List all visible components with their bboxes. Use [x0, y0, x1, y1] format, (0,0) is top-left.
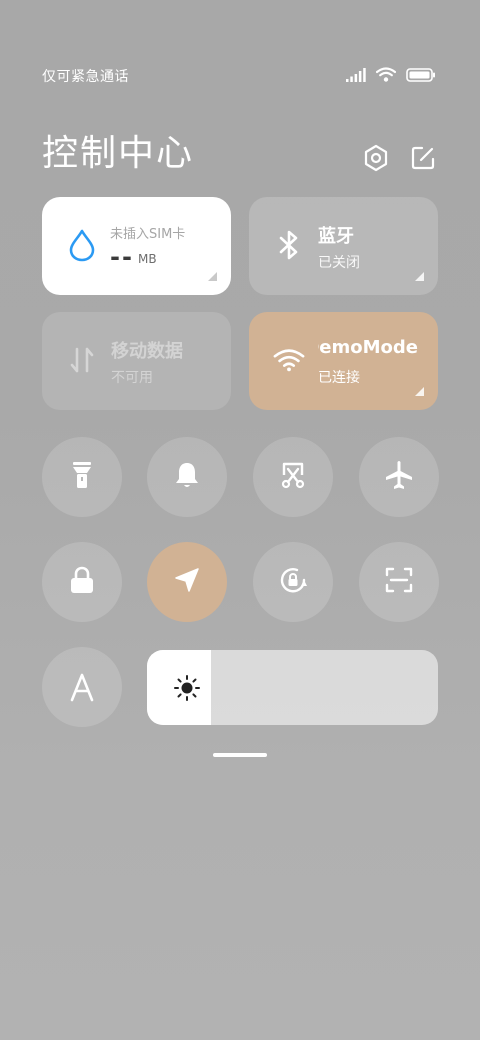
rotation-lock-toggle[interactable]: [253, 542, 333, 622]
lock-screen-toggle[interactable]: [42, 542, 122, 622]
sim-status-label: 未插入SIM卡: [110, 227, 186, 242]
location-arrow-icon: [173, 566, 201, 598]
wifi-card[interactable]: DemoMode 已连接: [249, 312, 438, 410]
bluetooth-title: 蓝牙: [318, 226, 354, 247]
wifi-status: 已连接: [318, 370, 360, 386]
letter-a-icon: [68, 672, 96, 702]
mobile-data-icon: [66, 342, 98, 378]
signal-icon: [346, 67, 366, 86]
auto-brightness-toggle[interactable]: [42, 647, 122, 727]
page-title: 控制中心: [42, 133, 195, 174]
wifi-icon: [375, 66, 397, 86]
bluetooth-status: 已关闭: [318, 255, 360, 271]
sun-icon: [173, 674, 201, 702]
battery-icon: [406, 67, 436, 86]
lock-icon: [69, 565, 95, 599]
expand-corner-icon: [415, 272, 424, 281]
brightness-slider[interactable]: [147, 650, 438, 725]
carrier-status-text: 仅可紧急通话: [42, 69, 129, 85]
rotation-lock-icon: [277, 564, 309, 600]
screenshot-toggle[interactable]: [253, 437, 333, 517]
data-usage-value: --: [110, 243, 134, 271]
edit-icon: [410, 145, 436, 175]
expand-corner-icon: [208, 272, 217, 281]
settings-icon: [363, 144, 389, 176]
water-drop-icon: [66, 227, 98, 263]
mobile-data-title: 移动数据: [111, 341, 183, 362]
airplane-icon: [383, 459, 415, 495]
flashlight-toggle[interactable]: [42, 437, 122, 517]
wifi-icon: [273, 342, 305, 378]
drag-handle[interactable]: [213, 753, 267, 757]
data-usage-unit: MB: [138, 252, 157, 266]
flashlight-icon: [70, 460, 94, 494]
wifi-network-name: DemoMode: [318, 337, 418, 358]
mobile-data-card[interactable]: 移动数据 不可用: [42, 312, 231, 410]
bluetooth-icon: [273, 227, 305, 263]
mobile-data-status: 不可用: [111, 370, 153, 386]
ringer-toggle[interactable]: [147, 437, 227, 517]
bluetooth-card[interactable]: 蓝牙 已关闭: [249, 197, 438, 295]
location-toggle[interactable]: [147, 542, 227, 622]
expand-corner-icon: [415, 387, 424, 396]
airplane-mode-toggle[interactable]: [359, 437, 439, 517]
settings-button[interactable]: [362, 144, 390, 176]
scan-icon: [384, 566, 414, 598]
edit-button[interactable]: [409, 146, 437, 174]
scanner-toggle[interactable]: [359, 542, 439, 622]
scissors-icon: [279, 461, 307, 493]
bell-icon: [173, 460, 201, 494]
status-icons: [346, 66, 436, 86]
data-usage-card[interactable]: 未插入SIM卡 -- MB: [42, 197, 231, 295]
